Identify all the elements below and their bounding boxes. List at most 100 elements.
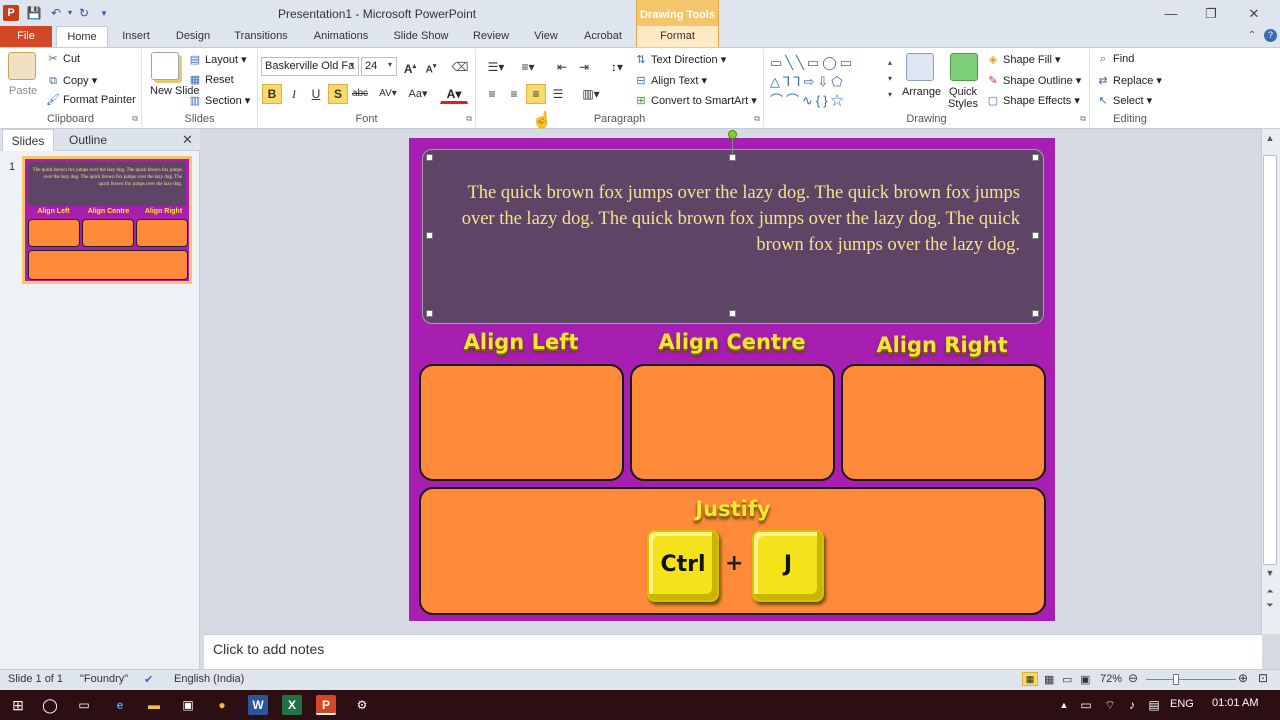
resize-handle-w[interactable]: [426, 232, 433, 239]
notes-pane[interactable]: [204, 634, 1262, 669]
chrome-icon[interactable]: ●: [212, 695, 232, 715]
normal-view-icon[interactable]: ▦: [1022, 672, 1038, 686]
clear-formatting-icon[interactable]: ⌫: [450, 57, 470, 77]
tab-format[interactable]: Format: [636, 26, 719, 47]
character-spacing-button[interactable]: AV▾: [374, 84, 402, 104]
text-shadow-button[interactable]: S: [328, 84, 348, 104]
scroll-up-icon[interactable]: ▲: [1263, 133, 1277, 143]
text-direction-button[interactable]: ⇅ Text Direction ▾: [634, 53, 726, 66]
resize-handle-s[interactable]: [729, 310, 736, 317]
numbering-icon[interactable]: ≡▾: [514, 57, 542, 77]
language-status[interactable]: English (India): [174, 673, 244, 685]
font-name-combo[interactable]: Baskerville Old Fa: [261, 57, 359, 76]
previous-slide-icon[interactable]: ⏶: [1263, 586, 1277, 597]
volume-icon[interactable]: ♪: [1122, 695, 1142, 715]
tab-insert[interactable]: Insert: [112, 26, 160, 47]
tab-home[interactable]: Home: [56, 26, 108, 47]
box-align-right[interactable]: [841, 364, 1046, 481]
tab-acrobat[interactable]: Acrobat: [576, 26, 630, 47]
paste-icon[interactable]: [8, 52, 36, 80]
search-icon[interactable]: ◯: [40, 695, 60, 715]
cut-button[interactable]: ✂ Cut: [46, 53, 80, 65]
close-button[interactable]: ✕: [1243, 4, 1265, 24]
shape-effects-button[interactable]: ▢ Shape Effects ▾: [986, 94, 1080, 107]
tab-design[interactable]: Design: [166, 26, 220, 47]
bullets-icon[interactable]: ☰▾: [482, 57, 510, 77]
slide-sorter-view-icon[interactable]: ▦: [1044, 673, 1054, 686]
tab-view[interactable]: View: [524, 26, 568, 47]
paste-button[interactable]: Paste: [9, 85, 37, 97]
input-language[interactable]: ENG: [1170, 698, 1194, 710]
quick-styles-icon[interactable]: [950, 53, 978, 81]
shapes-gallery-scroll[interactable]: ▴ ▾ ▾: [888, 55, 892, 103]
heading-justify[interactable]: Justify: [620, 497, 846, 521]
font-launcher-icon[interactable]: ⧉: [466, 114, 472, 124]
zoom-level[interactable]: 72%: [1100, 673, 1122, 685]
resize-handle-n[interactable]: [729, 154, 736, 161]
reset-button[interactable]: ▦ Reset: [188, 74, 234, 86]
scrollbar-thumb[interactable]: [1263, 155, 1277, 565]
zoom-out-icon[interactable]: ⊖: [1128, 671, 1138, 685]
align-center-icon[interactable]: ≡: [504, 84, 524, 104]
clipboard-launcher-icon[interactable]: ⧉: [132, 114, 138, 124]
shapes-gallery[interactable]: ▭╲╲▭◯▭ △⅂⅂⇨⇩⬠ ⌒⌒∿{}☆: [770, 53, 886, 111]
font-color-button[interactable]: A▾: [440, 84, 468, 104]
excel-icon[interactable]: X: [282, 695, 302, 715]
reading-view-icon[interactable]: ▭: [1062, 673, 1072, 686]
slide-show-view-icon[interactable]: ▣: [1080, 673, 1090, 686]
zoom-slider[interactable]: [1146, 679, 1236, 680]
minimize-button[interactable]: —: [1160, 4, 1182, 24]
restore-button[interactable]: ❐: [1200, 4, 1222, 24]
tab-review[interactable]: Review: [464, 26, 518, 47]
paragraph-launcher-icon[interactable]: ⧉: [754, 114, 760, 124]
heading-align-right[interactable]: Align Right: [840, 333, 1044, 357]
zoom-slider-thumb[interactable]: [1173, 674, 1179, 685]
wifi-icon[interactable]: ⌔: [1100, 695, 1120, 715]
format-painter-button[interactable]: 🖌 Format Painter: [46, 94, 136, 106]
tab-slide-show[interactable]: Slide Show: [386, 26, 456, 47]
layout-button[interactable]: ▤ Layout ▾: [188, 53, 247, 66]
close-panel-icon[interactable]: ✕: [182, 132, 193, 148]
notifications-icon[interactable]: ▤: [1144, 695, 1164, 715]
key-ctrl[interactable]: Ctrl: [647, 530, 719, 602]
change-case-button[interactable]: Aa▾: [404, 84, 432, 104]
tab-animations[interactable]: Animations: [304, 26, 378, 47]
increase-indent-icon[interactable]: ⇥: [574, 57, 594, 77]
rotation-handle[interactable]: [728, 130, 737, 139]
system-clock[interactable]: 01:01 AM: [1212, 697, 1258, 709]
section-button[interactable]: ▥ Section ▾: [188, 94, 250, 107]
box-align-centre[interactable]: [630, 364, 835, 481]
align-left-icon[interactable]: ≡: [482, 84, 502, 104]
resize-handle-se[interactable]: [1032, 310, 1039, 317]
shape-fill-button[interactable]: ◈ Shape Fill ▾: [986, 53, 1061, 66]
zoom-in-icon[interactable]: ⊕: [1238, 671, 1248, 685]
resize-handle-ne[interactable]: [1032, 154, 1039, 161]
font-name-dropdown-icon[interactable]: ▾: [350, 60, 354, 69]
shrink-font-icon[interactable]: A▾: [421, 57, 441, 77]
file-explorer-icon[interactable]: ▬: [144, 695, 164, 715]
align-text-button[interactable]: ⊟ Align Text ▾: [634, 74, 707, 87]
help-icon[interactable]: ?: [1264, 29, 1277, 42]
word-icon[interactable]: W: [248, 695, 268, 715]
resize-handle-sw[interactable]: [426, 310, 433, 317]
bold-button[interactable]: B: [262, 84, 282, 104]
shape-outline-button[interactable]: ✎ Shape Outline ▾: [986, 74, 1081, 87]
key-j[interactable]: J: [752, 530, 824, 602]
next-slide-icon[interactable]: ⏷: [1263, 600, 1277, 611]
tab-slides[interactable]: Slides: [2, 129, 54, 151]
tab-transitions[interactable]: Transitions: [226, 26, 296, 47]
arrange-icon[interactable]: [906, 53, 934, 81]
tab-outline[interactable]: Outline: [56, 129, 120, 151]
box-align-left[interactable]: [419, 364, 624, 481]
line-spacing-icon[interactable]: ↕▾: [604, 57, 630, 77]
tab-file[interactable]: File: [0, 26, 52, 47]
app-taskbar-icon[interactable]: ⚙: [352, 695, 372, 715]
slide-thumbnail[interactable]: The quick brown fox jumps over the lazy …: [22, 156, 192, 284]
font-size-dropdown-icon[interactable]: ▾: [388, 60, 392, 69]
fit-slide-icon[interactable]: ⊡: [1258, 671, 1268, 685]
decrease-indent-icon[interactable]: ⇤: [552, 57, 572, 77]
windows-start-icon[interactable]: ⊞: [8, 695, 28, 715]
find-button[interactable]: ⌕ Find: [1096, 53, 1135, 65]
powerpoint-taskbar-icon[interactable]: P: [316, 695, 336, 715]
heading-align-centre[interactable]: Align Centre: [630, 330, 834, 354]
